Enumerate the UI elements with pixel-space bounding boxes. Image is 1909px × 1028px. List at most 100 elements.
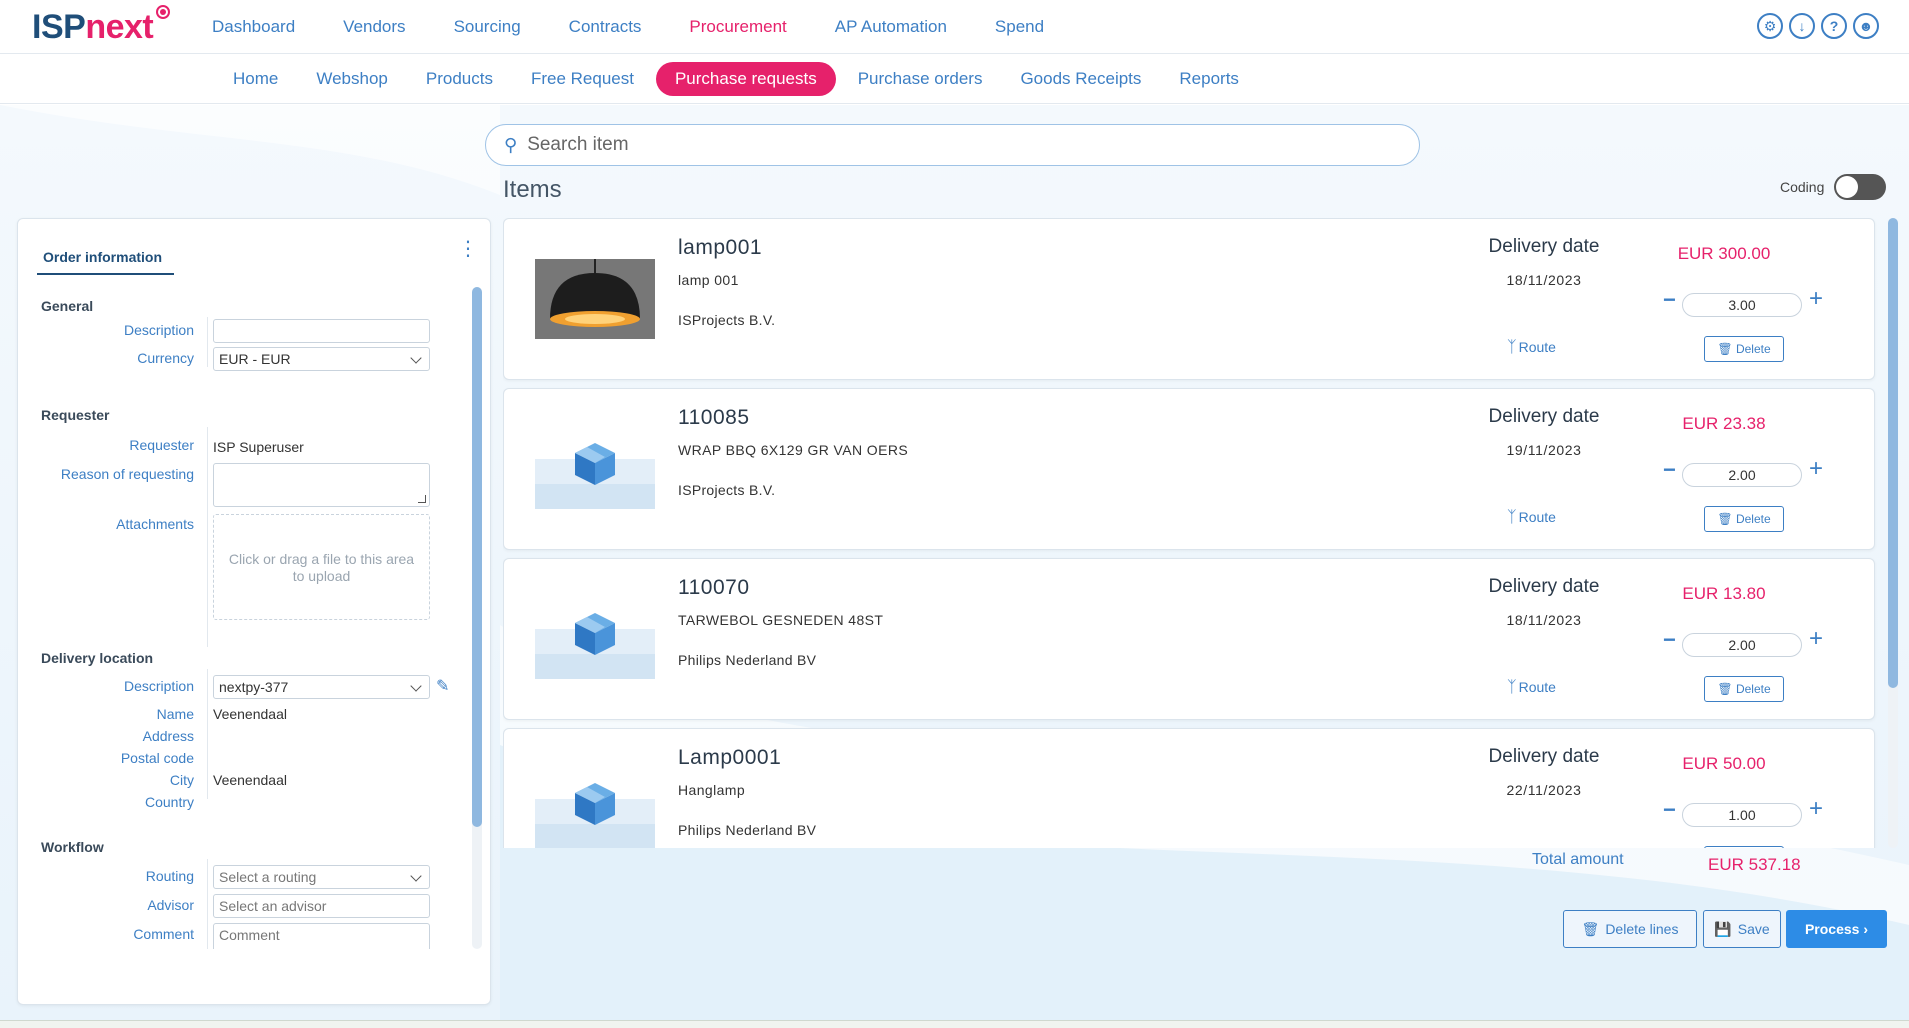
item-description: Hanglamp — [678, 782, 746, 798]
tab-order-information[interactable]: Order information — [37, 249, 174, 275]
scrollbar-thumb[interactable] — [472, 287, 482, 827]
increase-quantity-button[interactable]: + — [1809, 455, 1823, 483]
item-image[interactable] — [535, 599, 655, 679]
item-code[interactable]: lamp001 — [678, 236, 762, 260]
item-vendor: ISProjects B.V. — [678, 312, 776, 328]
quantity-input[interactable]: 2.00 — [1682, 463, 1802, 487]
user-icon[interactable]: ☻ — [1853, 13, 1879, 39]
decrease-quantity-button[interactable]: − — [1663, 627, 1676, 653]
advisor-input[interactable]: Select an advisor — [213, 894, 430, 918]
subnav-free-request[interactable]: Free Request — [512, 62, 653, 96]
item-image[interactable] — [535, 259, 655, 339]
item-vendor: Philips Nederland BV — [678, 822, 817, 838]
subnav-products[interactable]: Products — [407, 62, 512, 96]
increase-quantity-button[interactable]: + — [1809, 625, 1823, 653]
process-label: Process — [1804, 921, 1860, 937]
delivery-date-value[interactable]: 18/11/2023 — [1474, 612, 1614, 628]
comment-label: Comment — [133, 926, 194, 942]
main-nav: Dashboard Vendors Sourcing Contracts Procure… — [212, 0, 1092, 54]
nav-dashboard[interactable]: Dashboard — [212, 0, 295, 54]
description-label: Description — [123, 322, 194, 338]
quantity-input[interactable]: 2.00 — [1682, 633, 1802, 657]
currency-select[interactable]: EUR - EUR — [213, 347, 430, 371]
subnav-goods-receipts[interactable]: Goods Receipts — [1001, 62, 1160, 96]
decrease-quantity-button[interactable]: − — [1663, 797, 1676, 823]
attachments-dropzone[interactable]: Click or drag a file to this area to upl… — [213, 514, 430, 620]
items-scrollbar[interactable] — [1888, 218, 1898, 848]
route-link[interactable]: ᛉ Route — [1507, 679, 1556, 697]
routing-label: Routing — [145, 868, 194, 884]
decrease-quantity-button[interactable]: − — [1663, 457, 1676, 483]
left-panel-scrollbar[interactable] — [472, 287, 482, 949]
item-price: EUR 50.00 — [1682, 754, 1766, 773]
delivery-date-value[interactable]: 19/11/2023 — [1474, 442, 1614, 458]
delete-label: Delete — [1735, 512, 1771, 526]
download-icon[interactable]: ↓ — [1789, 13, 1815, 39]
delivery-date-value[interactable]: 22/11/2023 — [1474, 782, 1614, 798]
name-label: Name — [156, 706, 194, 722]
nav-contracts[interactable]: Contracts — [569, 0, 642, 54]
item-image[interactable] — [535, 769, 655, 848]
advisor-label: Advisor — [147, 897, 194, 913]
more-options-icon[interactable]: ⋮ — [458, 239, 478, 259]
edit-pencil-icon[interactable]: ✎ — [436, 676, 449, 696]
requester-label: Requester — [129, 437, 194, 453]
app-logo[interactable]: ISPnext — [32, 8, 154, 47]
quantity-input[interactable]: 1.00 — [1682, 803, 1802, 827]
country-label: Country — [144, 794, 194, 810]
section-general-heading: General — [41, 298, 94, 314]
subnav-purchase-orders[interactable]: Purchase orders — [839, 62, 1002, 96]
delivery-description-label: Description — [123, 678, 194, 694]
reason-textarea[interactable] — [213, 463, 430, 507]
nav-vendors[interactable]: Vendors — [343, 0, 405, 54]
search-icon: ⚲ — [504, 134, 518, 155]
nav-procurement[interactable]: Procurement — [689, 0, 786, 54]
item-image[interactable] — [535, 429, 655, 509]
name-value: Veenendaal — [213, 706, 287, 722]
scrollbar-thumb[interactable] — [1888, 218, 1898, 688]
nav-sourcing[interactable]: Sourcing — [454, 0, 521, 54]
delete-item-button[interactable]: 🗑 Delete — [1704, 846, 1784, 848]
route-link[interactable]: ᛉ Route — [1507, 509, 1556, 527]
route-link[interactable]: ᛉ Route — [1507, 339, 1556, 357]
increase-quantity-button[interactable]: + — [1809, 795, 1823, 823]
subnav-webshop[interactable]: Webshop — [297, 62, 407, 96]
item-code[interactable]: 110085 — [678, 406, 750, 430]
delivery-date-label: Delivery date — [1488, 406, 1600, 427]
help-icon[interactable]: ? — [1821, 13, 1847, 39]
route-label: Route — [1518, 679, 1556, 695]
coding-toggle[interactable] — [1834, 174, 1887, 200]
coding-toggle-group: Coding — [1780, 174, 1887, 200]
subnav-purchase-requests[interactable]: Purchase requests — [655, 62, 836, 96]
delete-item-button[interactable]: 🗑 Delete — [1704, 336, 1784, 362]
search-input[interactable] — [527, 134, 1378, 156]
quantity-input[interactable]: 3.00 — [1682, 293, 1802, 317]
description-input[interactable] — [213, 319, 430, 343]
sub-navigation-bar: Home Webshop Products Free Request Purchase … — [0, 54, 1909, 104]
search-bar[interactable]: ⚲ — [485, 124, 1420, 166]
subnav-reports[interactable]: Reports — [1160, 62, 1258, 96]
gear-icon[interactable]: ⚙ — [1757, 13, 1783, 39]
decrease-quantity-button[interactable]: − — [1663, 287, 1676, 313]
delete-item-button[interactable]: 🗑 Delete — [1704, 506, 1784, 532]
delete-item-button[interactable]: 🗑 Delete — [1704, 676, 1784, 702]
postal-code-label: Postal code — [120, 750, 194, 766]
routing-select[interactable]: Select a routing — [213, 865, 430, 889]
delivery-description-select[interactable]: nextpy-377 — [213, 675, 430, 699]
item-code[interactable]: Lamp0001 — [678, 746, 781, 770]
logo-badge-icon — [156, 5, 170, 19]
item-code[interactable]: 110070 — [678, 576, 750, 600]
delivery-date-label: Delivery date — [1488, 576, 1600, 597]
nav-ap-automation[interactable]: AP Automation — [835, 0, 947, 54]
item-card: Lamp0001 Hanglamp Philips Nederland BV Deli… — [503, 728, 1875, 848]
subnav-home[interactable]: Home — [214, 62, 297, 96]
requester-value: ISP Superuser — [213, 439, 304, 455]
save-button[interactable]: 💾 Save — [1703, 910, 1781, 948]
process-button[interactable]: Process › — [1786, 910, 1887, 948]
divider — [207, 427, 208, 647]
delete-lines-button[interactable]: 🗑 Delete lines — [1563, 910, 1697, 948]
comment-textarea[interactable]: Comment — [213, 923, 430, 949]
nav-spend[interactable]: Spend — [995, 0, 1044, 54]
increase-quantity-button[interactable]: + — [1809, 285, 1823, 313]
delivery-date-value[interactable]: 18/11/2023 — [1474, 272, 1614, 288]
